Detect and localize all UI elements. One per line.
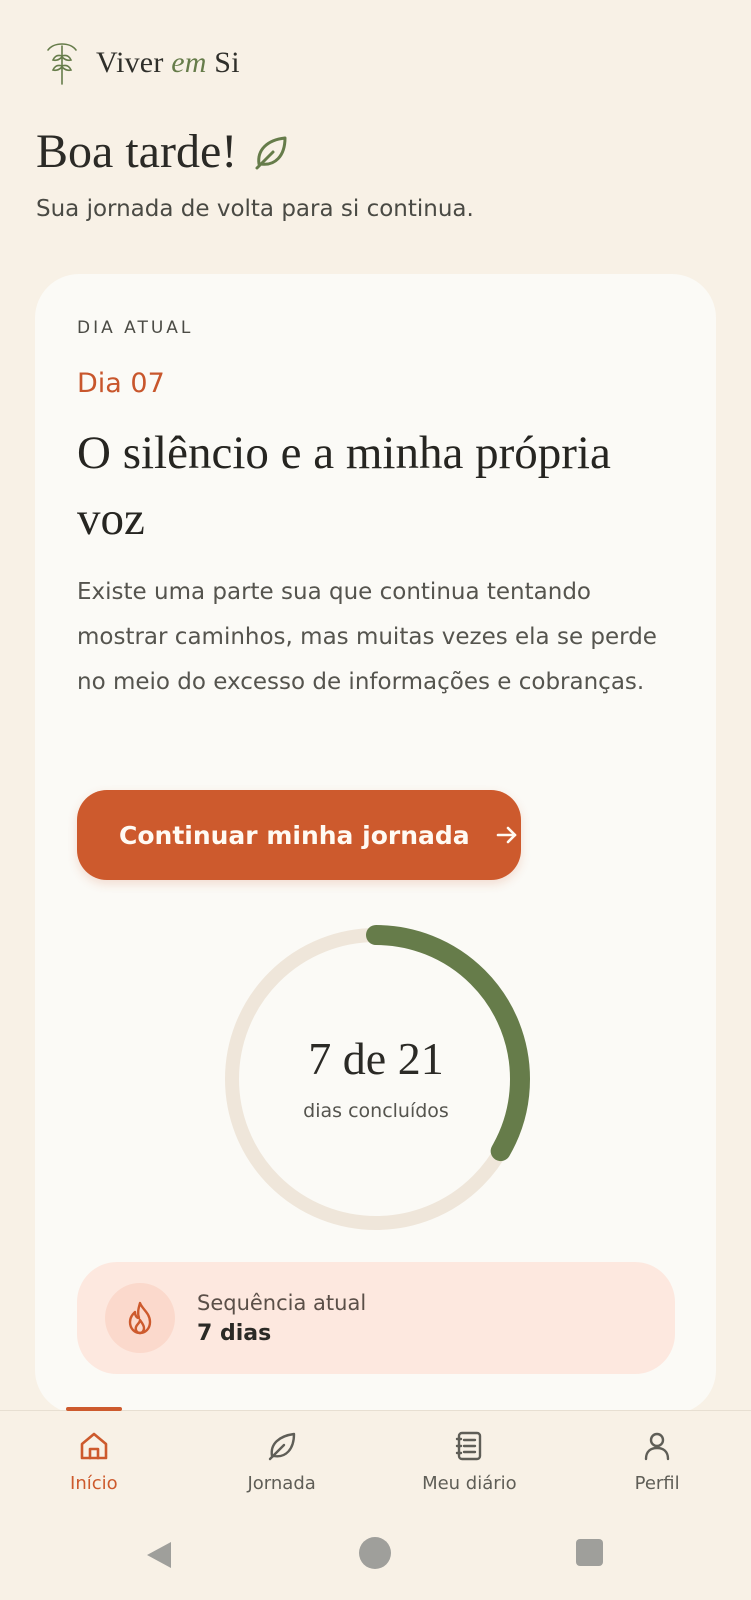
bottom-navigation: Início Jornada Meu diário Perfil: [0, 1407, 751, 1510]
nav-label-meu-diario: Meu diário: [422, 1473, 517, 1494]
nav-label-perfil: Perfil: [634, 1473, 680, 1494]
continue-journey-button[interactable]: Continuar minha jornada: [77, 790, 521, 880]
flame-icon: [128, 1301, 152, 1335]
progress-count: 7 de 21: [308, 1033, 444, 1084]
brand-part-2: em: [171, 46, 207, 79]
app-header: Viver em Si: [44, 40, 240, 86]
day-number: Dia 07: [77, 368, 165, 399]
home-icon: [80, 1432, 108, 1460]
user-icon: [644, 1432, 670, 1461]
system-navigation-bar: [0, 1510, 751, 1600]
continue-journey-label: Continuar minha jornada: [119, 820, 470, 850]
progress-ring: 7 de 21 dias concluídos: [219, 922, 533, 1236]
nav-item-jornada[interactable]: Jornada: [188, 1411, 376, 1510]
nav-item-meu-diario[interactable]: Meu diário: [376, 1411, 564, 1510]
streak-value: 7 dias: [197, 1320, 272, 1346]
card-eyebrow: DIA ATUAL: [77, 318, 194, 338]
day-title: O silêncio e a minha própria voz: [77, 427, 611, 545]
greeting-title: Boa tarde!: [36, 125, 238, 178]
streak-label: Sequência atual: [197, 1290, 367, 1315]
nav-item-perfil[interactable]: Perfil: [563, 1411, 751, 1510]
tree-icon: [47, 43, 77, 85]
leaf-icon: [255, 136, 287, 169]
brand-name: Viver em Si: [96, 46, 240, 80]
greeting-subtitle: Sua jornada de volta para si continua.: [36, 196, 474, 222]
nav-item-inicio[interactable]: Início: [0, 1407, 188, 1510]
streak-text: Sequência atual 7 dias: [197, 1291, 366, 1346]
nav-label-jornada: Jornada: [247, 1473, 316, 1494]
leaf-icon: [268, 1432, 295, 1461]
flame-badge: [105, 1283, 175, 1353]
arrow-right-icon: [496, 826, 516, 844]
recent-apps-icon[interactable]: [576, 1539, 603, 1566]
back-icon[interactable]: [145, 1540, 173, 1570]
current-day-card: DIA ATUAL Dia 07 O silêncio e a minha pr…: [35, 274, 716, 1414]
brand-part-3: Si: [206, 46, 240, 79]
greeting: Boa tarde!: [36, 124, 291, 179]
brand-part-1: Viver: [96, 46, 172, 79]
day-description: Existe uma parte sua que continua tentan…: [77, 579, 657, 695]
journal-icon: [456, 1431, 482, 1461]
active-indicator: [66, 1407, 122, 1411]
streak-panel: Sequência atual 7 dias: [77, 1262, 675, 1374]
progress-caption: dias concluídos: [303, 1100, 449, 1122]
nav-label-inicio: Início: [70, 1473, 118, 1494]
home-circle-icon[interactable]: [359, 1537, 391, 1569]
